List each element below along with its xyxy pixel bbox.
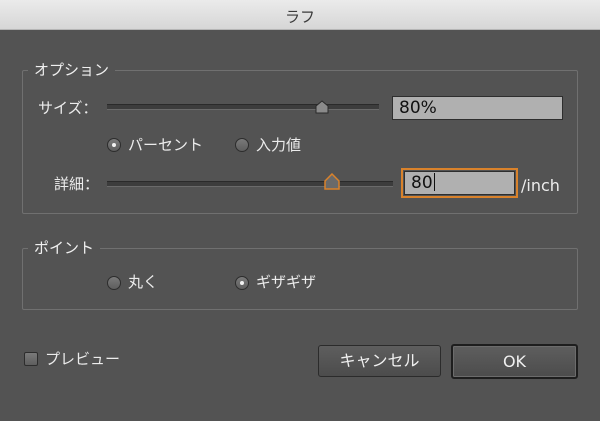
ok-button[interactable]: OK bbox=[451, 344, 578, 379]
detail-label: 詳細： bbox=[54, 175, 100, 193]
text-caret bbox=[433, 173, 435, 191]
input-value-radio-label[interactable]: 入力値 bbox=[256, 136, 301, 154]
detail-slider-thumb[interactable] bbox=[323, 173, 341, 191]
percent-radio[interactable] bbox=[107, 138, 121, 152]
detail-slider-track[interactable] bbox=[107, 181, 393, 187]
window-title: ラフ bbox=[284, 8, 315, 26]
preview-label[interactable]: プレビュー bbox=[45, 350, 120, 368]
detail-value-field[interactable]: 80 bbox=[401, 168, 518, 198]
input-value-radio[interactable] bbox=[235, 138, 249, 152]
round-radio-label[interactable]: 丸く bbox=[128, 273, 158, 291]
size-slider-track[interactable] bbox=[107, 104, 379, 110]
size-label: サイズ： bbox=[38, 99, 98, 117]
jagged-radio-label[interactable]: ギザギザ bbox=[256, 273, 316, 291]
options-group-label: オプション bbox=[28, 61, 116, 79]
preview-checkbox[interactable] bbox=[24, 352, 38, 366]
cancel-button[interactable]: キャンセル bbox=[318, 345, 441, 377]
round-radio[interactable] bbox=[107, 276, 121, 290]
detail-value: 80 bbox=[411, 173, 433, 193]
percent-radio-label[interactable]: パーセント bbox=[128, 136, 203, 154]
detail-unit: /inch bbox=[521, 176, 560, 195]
size-value: 80% bbox=[399, 98, 437, 118]
jagged-radio[interactable] bbox=[235, 276, 249, 290]
point-group-label: ポイント bbox=[28, 239, 101, 257]
size-slider-thumb[interactable] bbox=[315, 100, 329, 114]
title-bar: ラフ bbox=[0, 0, 600, 30]
size-value-field[interactable]: 80% bbox=[392, 96, 563, 120]
